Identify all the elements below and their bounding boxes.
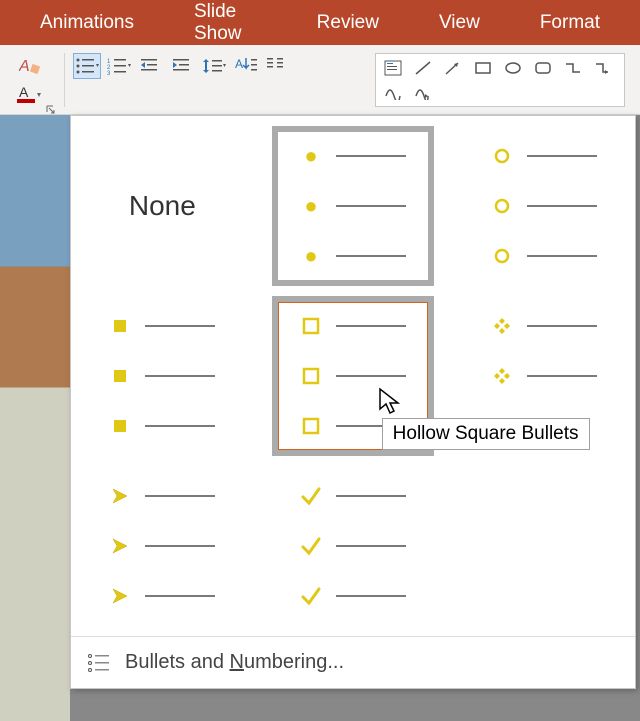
ribbon-content: A A 123 A (0, 45, 640, 115)
tab-view[interactable]: View (409, 12, 510, 34)
tab-animations[interactable]: Animations (10, 12, 164, 34)
text-direction-icon: A (235, 56, 259, 76)
shape-rounded[interactable] (528, 56, 558, 80)
line-spacing-icon (203, 57, 227, 75)
svg-text:A: A (235, 57, 243, 71)
check-bullet-icon (300, 485, 322, 507)
shape-arrow-line[interactable] (438, 56, 468, 80)
decrease-indent-icon (141, 57, 161, 75)
bullet-tile-none[interactable]: None (81, 126, 244, 286)
shape-connector[interactable] (558, 56, 588, 80)
bullets-and-numbering-button[interactable]: Bullets and Numbering... (71, 636, 635, 688)
bullets-grid: None ● ● ● Hollow Square Bullets (71, 116, 635, 636)
arrow-bullet-icon (109, 485, 131, 507)
bullet-tile-hollow-square[interactable]: Hollow Square Bullets (272, 296, 435, 456)
bullet-tile-filled-square[interactable] (81, 296, 244, 456)
svg-text:3: 3 (107, 71, 111, 75)
increase-indent-button[interactable] (169, 53, 197, 79)
mouse-cursor-icon (378, 387, 402, 417)
line-spacing-button[interactable] (201, 53, 229, 79)
tab-format[interactable]: Format (510, 12, 630, 34)
bullet-tile-arrow[interactable] (81, 466, 244, 626)
numbering-button[interactable]: 123 (105, 53, 133, 79)
columns-icon (267, 56, 291, 76)
bullet-tile-check[interactable] (272, 466, 435, 626)
bullets-button[interactable] (73, 53, 101, 79)
clear-format-icon: A (19, 55, 41, 77)
bullets-list-icon (87, 653, 111, 673)
four-diamond-icon (491, 315, 513, 337)
shape-freeform[interactable] (408, 80, 438, 104)
text-direction-button[interactable]: A (233, 53, 261, 79)
shape-connector-arrow[interactable] (588, 56, 618, 80)
tooltip: Hollow Square Bullets (382, 418, 590, 450)
shapes-gallery[interactable] (375, 53, 625, 107)
hollow-square-icon (300, 315, 322, 337)
filled-round-icon: ● (300, 145, 322, 167)
svg-text:A: A (19, 58, 30, 75)
shape-oval[interactable] (498, 56, 528, 80)
launcher-icon (46, 105, 56, 115)
none-label: None (129, 190, 196, 222)
bullets-icon (75, 57, 99, 75)
columns-button[interactable] (265, 53, 293, 79)
bullets-dropdown: None ● ● ● Hollow Square Bullets (70, 115, 636, 689)
font-color-button[interactable]: A (16, 81, 44, 107)
increase-indent-icon (173, 57, 193, 75)
slide-background (0, 115, 70, 721)
shape-textbox[interactable] (378, 56, 408, 80)
shape-curve[interactable] (378, 80, 408, 104)
shape-line[interactable] (408, 56, 438, 80)
hollow-round-icon (491, 145, 513, 167)
ribbon-tabs: Animations Slide Show Review View Format (0, 0, 640, 45)
numbering-icon: 123 (107, 57, 131, 75)
clear-format-button[interactable]: A (16, 53, 44, 79)
footer-label: Bullets and Numbering... (125, 651, 344, 674)
separator (64, 53, 65, 107)
decrease-indent-button[interactable] (137, 53, 165, 79)
tab-slideshow[interactable]: Slide Show (164, 1, 287, 45)
bullet-tile-filled-round[interactable]: ● ● ● (272, 126, 435, 286)
shape-rect[interactable] (468, 56, 498, 80)
font-color-icon: A (17, 83, 43, 105)
bullet-tile-hollow-round[interactable] (462, 126, 625, 286)
svg-text:A: A (19, 84, 29, 100)
tab-review[interactable]: Review (287, 12, 409, 34)
filled-square-icon (109, 315, 131, 337)
